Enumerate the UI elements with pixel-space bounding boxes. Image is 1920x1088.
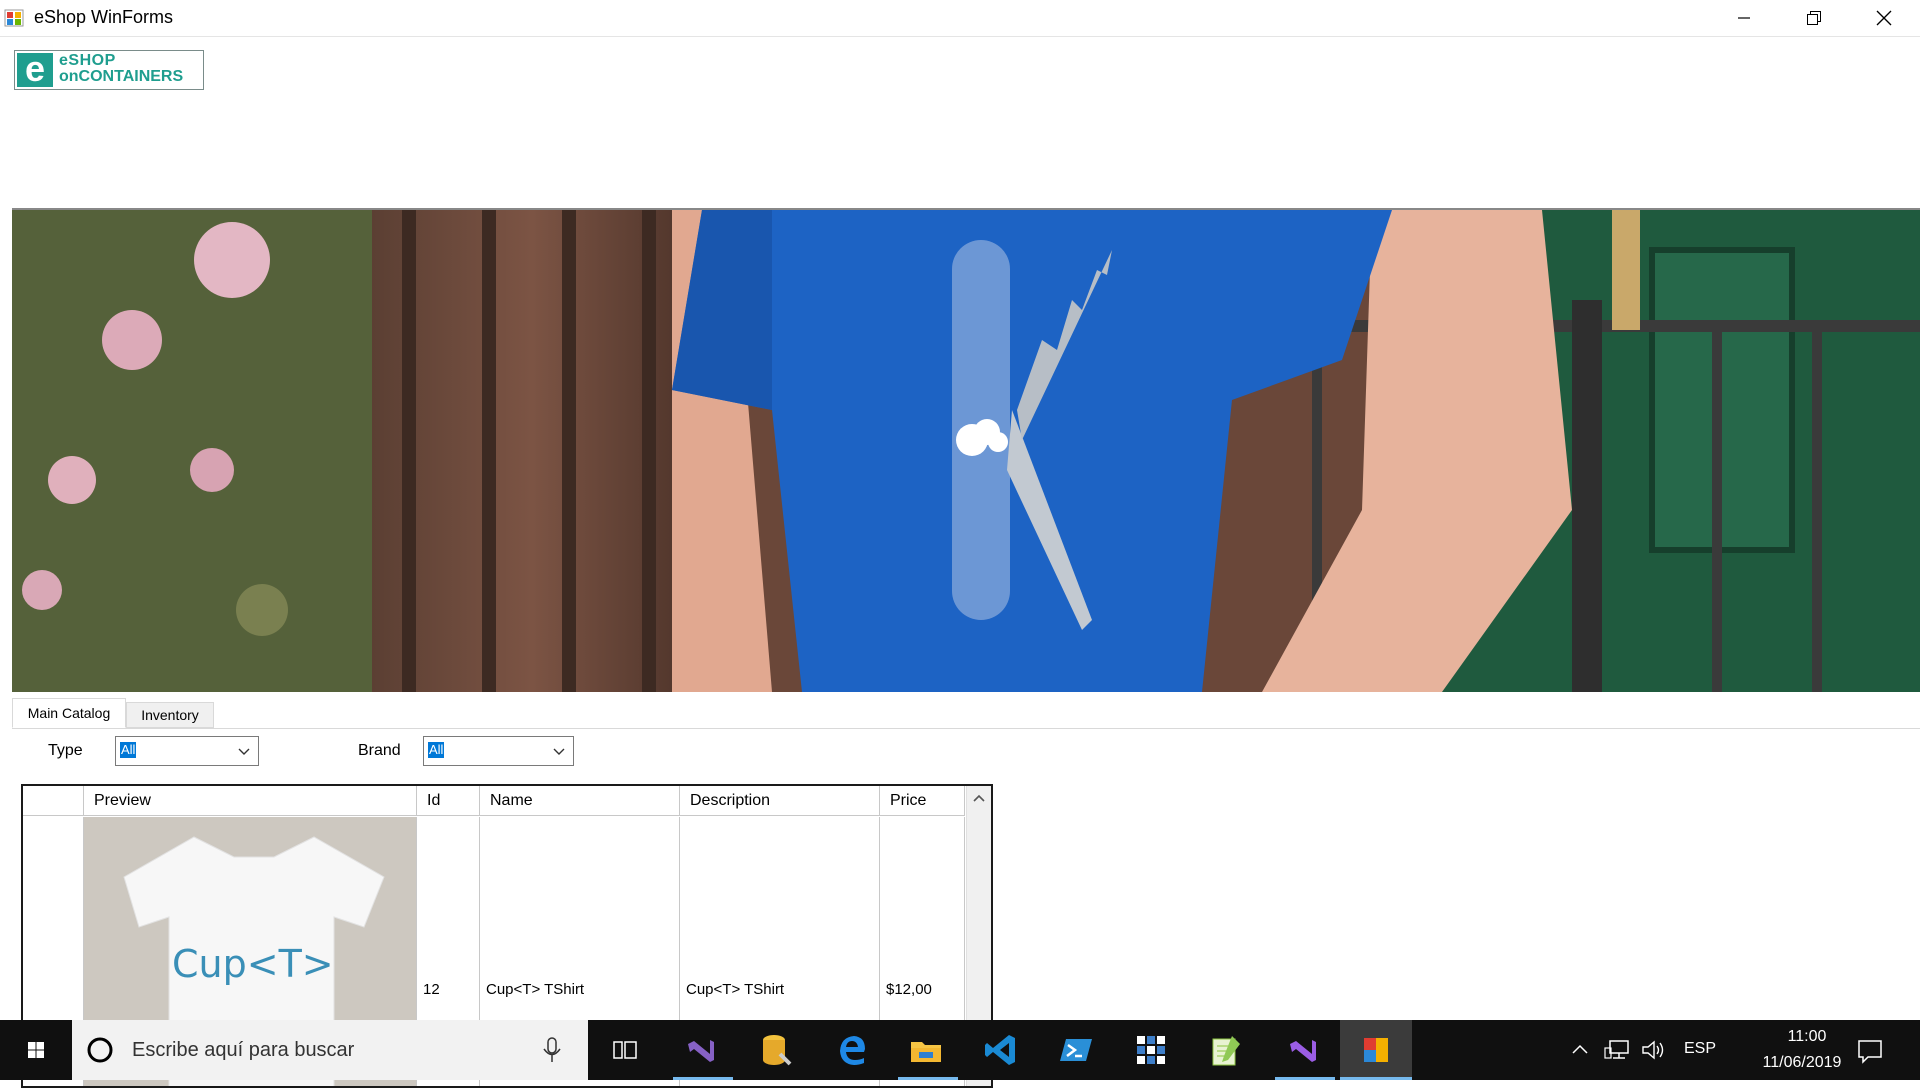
banner-photo — [12, 210, 1920, 692]
microphone-icon[interactable] — [540, 1036, 564, 1064]
cell-id-value: 12 — [423, 981, 440, 998]
close-button[interactable] — [1849, 0, 1919, 36]
network-icon[interactable] — [1604, 1038, 1632, 1062]
volume-icon[interactable] — [1640, 1038, 1668, 1062]
eshop-logo: e eSHOP onCONTAINERS — [14, 50, 204, 90]
banner-image — [12, 208, 1920, 692]
logo-letter: e — [17, 51, 53, 87]
row-header-corner — [23, 786, 84, 816]
search-box[interactable]: Escribe aquí para buscar — [72, 1020, 588, 1080]
taskbar: Escribe aquí para buscar ESP 11:00 11/06… — [0, 1020, 1920, 1080]
notepad-plus-plus-icon[interactable] — [1206, 1030, 1246, 1070]
logo-line2: onCONTAINERS — [59, 68, 184, 85]
powershell-icon[interactable] — [1056, 1030, 1096, 1070]
tab-inventory[interactable]: Inventory — [126, 702, 214, 728]
cell-name-value: Cup<T> TShirt — [486, 981, 585, 998]
clock-date[interactable]: 11/06/2019 — [1736, 1054, 1868, 1072]
type-select[interactable]: All — [115, 736, 259, 766]
restore-icon — [1807, 11, 1821, 25]
chevron-down-icon — [238, 748, 250, 755]
brand-select[interactable]: All — [423, 736, 574, 766]
task-view-icon[interactable] — [605, 1030, 645, 1070]
type-label: Type — [48, 742, 83, 759]
clock-time[interactable]: 11:00 — [1762, 1028, 1852, 1046]
scroll-up-icon[interactable] — [967, 786, 991, 810]
title-bar[interactable]: eShop WinForms — [0, 0, 1920, 37]
action-center-icon[interactable] — [1856, 1038, 1884, 1064]
windows-start-icon[interactable] — [16, 1030, 56, 1070]
search-placeholder: Escribe aquí para buscar — [132, 1039, 355, 1061]
cell-price-value: $12,00 — [886, 981, 932, 998]
window-title: eShop WinForms — [34, 7, 174, 27]
app-icon — [4, 9, 24, 27]
cortana-icon — [87, 1037, 113, 1063]
chevron-down-icon — [553, 748, 565, 755]
column-header-price[interactable]: Price — [880, 786, 965, 816]
minimize-button[interactable] — [1709, 0, 1779, 36]
minimize-icon — [1738, 17, 1750, 19]
close-icon — [1876, 10, 1892, 26]
type-selected-value: All — [120, 742, 137, 758]
brand-selected-value: All — [428, 742, 445, 758]
edge-browser-icon[interactable] — [832, 1030, 872, 1070]
eshop-winforms-taskbar-item[interactable] — [1340, 1020, 1412, 1080]
tab-main-catalog[interactable]: Main Catalog — [12, 698, 126, 728]
preview-print-text: Cup<T> — [172, 942, 334, 986]
sql-management-icon[interactable] — [756, 1030, 796, 1070]
restore-button[interactable] — [1779, 0, 1849, 36]
column-header-id[interactable]: Id — [417, 786, 480, 816]
visual-studio-icon[interactable] — [680, 1030, 720, 1070]
visual-studio-preview-icon[interactable] — [1282, 1030, 1322, 1070]
input-language[interactable]: ESP — [1684, 1040, 1716, 1058]
cell-description-value: Cup<T> TShirt — [686, 981, 785, 998]
tab-strip: Main Catalog Inventory — [12, 698, 1920, 729]
column-header-preview[interactable]: Preview — [84, 786, 417, 816]
docker-kitematic-icon[interactable] — [1131, 1030, 1171, 1070]
eshop-app-icon — [1364, 1038, 1388, 1062]
file-explorer-icon[interactable] — [906, 1030, 946, 1070]
column-header-name[interactable]: Name — [480, 786, 680, 816]
logo-line1: eSHOP — [59, 52, 116, 69]
brand-label: Brand — [358, 742, 401, 759]
vscode-icon[interactable] — [981, 1030, 1021, 1070]
show-hidden-icons-chevron-up-icon[interactable] — [1570, 1040, 1590, 1060]
column-header-description[interactable]: Description — [680, 786, 880, 816]
